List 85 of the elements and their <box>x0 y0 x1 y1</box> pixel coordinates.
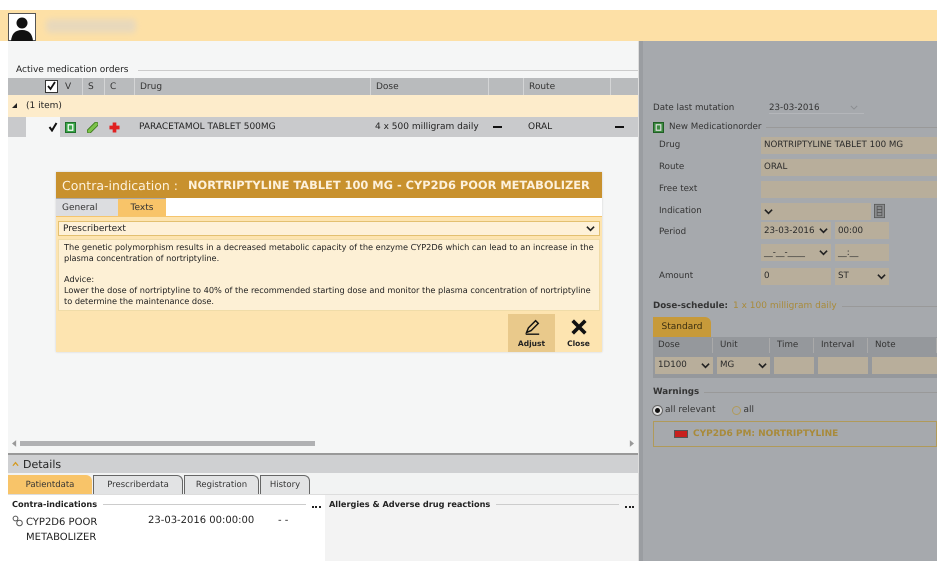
chevron-down-icon[interactable] <box>764 206 773 216</box>
lookup-button-icon[interactable] <box>874 203 885 219</box>
dash-icon <box>615 126 624 128</box>
close-icon[interactable] <box>570 318 588 336</box>
chevron-down-icon[interactable] <box>586 224 595 233</box>
column-header: Interval <box>818 338 868 353</box>
drug-cell: PARACETAMOL TABLET 500MG <box>139 122 276 132</box>
chevron-down-icon[interactable] <box>877 272 886 280</box>
amount-field[interactable]: 0 <box>761 268 831 284</box>
column-header[interactable]: S <box>88 82 94 92</box>
pencil-icon[interactable] <box>522 318 540 336</box>
section-title: Allergies & Adverse drug reactions <box>328 499 490 509</box>
chevron-down-icon[interactable] <box>819 248 828 257</box>
input-field[interactable]: ORAL <box>761 158 937 176</box>
field-label: Route <box>659 162 686 172</box>
field-label: Drug <box>659 140 682 150</box>
select-all-checkbox[interactable] <box>45 80 58 93</box>
section-title: Contra-indications <box>12 499 98 509</box>
column-header: Dose <box>655 338 713 353</box>
details-tab[interactable]: Patientdata <box>8 475 92 494</box>
details-bar[interactable]: Details <box>8 455 638 473</box>
field-label: Amount <box>659 271 694 281</box>
time-field[interactable] <box>774 356 814 374</box>
contra-indication-cell: - - <box>278 515 288 526</box>
expander-icon[interactable] <box>12 103 18 109</box>
details-tab[interactable]: Registration <box>184 475 259 494</box>
chevron-down-icon[interactable] <box>701 360 710 370</box>
field-label: Free text <box>659 184 698 194</box>
gene-icon <box>12 515 24 527</box>
note-field[interactable] <box>872 356 937 374</box>
column-header: Time <box>774 338 814 353</box>
end-time-field[interactable]: __:__ <box>835 244 889 261</box>
dialog-tab[interactable]: General <box>56 198 118 216</box>
paragraph: The genetic polymorphism results in a decreased metabolic capacity of the enzyme CYP2D6 which can lead to an increase in the plasma concentration of nortriptyline. <box>64 242 594 264</box>
section-title: Warnings <box>653 387 700 397</box>
column-header[interactable]: V <box>65 82 72 92</box>
contra-indication-date: 23-03-2016 00:00:00 <box>148 515 256 526</box>
details-tab[interactable]: Prescriberdata <box>93 475 183 494</box>
section-title: New Medicationorder <box>669 122 762 132</box>
row-checkmark-icon[interactable] <box>48 122 58 132</box>
details-tab[interactable]: History <box>260 475 310 494</box>
group-label: (1 item) <box>26 101 62 111</box>
text-type-dropdown[interactable]: Prescribertext <box>58 221 600 236</box>
section-title: Dose-schedule: <box>653 301 728 311</box>
dash-icon <box>493 126 502 128</box>
end-date-field[interactable]: __-__-____ <box>761 244 831 261</box>
dose-cell: 4 x 500 milligram daily <box>375 122 479 132</box>
column-header: Note <box>872 338 937 353</box>
medical-cross-icon <box>109 122 120 132</box>
field-label: Period <box>659 227 688 237</box>
radio-button[interactable]: all <box>732 405 754 415</box>
start-time-field[interactable]: 00:00 <box>835 222 889 239</box>
column-header: Unit <box>717 338 770 353</box>
input-field[interactable]: NORTRIPTYLINE TABLET 100 MG <box>761 136 937 154</box>
schedule-tab[interactable]: Standard <box>653 317 711 337</box>
dose-dropdown[interactable]: 1D100 <box>655 356 713 374</box>
dialog-label: Contra-indication : <box>62 178 179 192</box>
contra-indication-name: CYP2D6 POOR METABOLIZER <box>26 516 98 545</box>
chevron-down-icon[interactable] <box>819 226 828 235</box>
column-header[interactable]: C <box>110 82 116 92</box>
group-row[interactable]: (1 item) <box>8 95 638 117</box>
route-cell: ORAL <box>528 122 552 132</box>
start-date-field[interactable]: 23-03-2016 <box>761 222 831 239</box>
column-header[interactable]: Dose <box>376 82 399 92</box>
paragraph: Advice: Lower the dose of nortriptyline to 40% of the recommended starting dose and monitor the plasma concentration of nortriptyline to determine the maintenance dose. <box>64 274 592 307</box>
scroll-left-icon[interactable] <box>12 440 17 446</box>
section-title: Active medication orders <box>16 65 128 75</box>
details-title: Details <box>23 458 62 470</box>
column-header[interactable]: Route <box>529 82 556 92</box>
order-status-icon <box>65 122 76 132</box>
order-status-icon <box>653 122 664 132</box>
field-label: Date last mutation <box>653 103 736 113</box>
interval-field[interactable] <box>818 356 868 374</box>
pill-icon <box>87 122 98 132</box>
dialog-title: NORTRIPTYLINE TABLET 100 MG - CYP2D6 POOR METABOLIZER <box>188 178 590 192</box>
unit-dropdown[interactable]: ST <box>835 268 889 284</box>
date-dropdown[interactable]: 23-03-2016 <box>769 102 864 114</box>
column-header[interactable]: Drug <box>140 82 162 92</box>
field-label: Indication <box>659 206 703 216</box>
scroll-right-icon[interactable] <box>629 440 634 446</box>
dose-summary: 1 x 100 milligram daily <box>733 301 837 311</box>
unit-dropdown[interactable]: MG <box>717 356 770 374</box>
radio-button[interactable]: all relevant <box>653 405 716 415</box>
chevron-down-icon[interactable] <box>758 360 767 370</box>
dialog-tab[interactable]: Texts <box>118 198 166 216</box>
